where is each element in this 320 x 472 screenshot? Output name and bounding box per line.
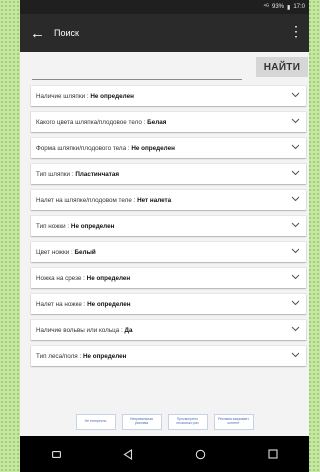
recent-apps-icon[interactable]: [41, 444, 71, 464]
filter-value: Белый: [74, 248, 96, 256]
filter-item[interactable]: Наличие шляпки : Не определен: [31, 86, 306, 106]
filter-label: Тип ножки :: [36, 222, 71, 230]
filter-item[interactable]: Налет на ножке : Не определен: [31, 294, 306, 314]
clock: 17:0: [293, 4, 305, 10]
chevron-down-icon[interactable]: [291, 117, 300, 124]
filter-item[interactable]: Ножка на срезе : Не определен: [31, 268, 306, 288]
filter-item[interactable]: Налет на шляпке/плодовом теле : Нет нале…: [31, 190, 306, 210]
filter-value: Нет налета: [137, 196, 172, 204]
filter-label: Налет на ножке :: [36, 300, 88, 308]
find-button[interactable]: НАЙТИ: [256, 57, 308, 77]
filter-value: Не определен: [86, 274, 131, 282]
filter-label: Налет на шляпке/плодовом теле :: [36, 196, 138, 204]
page-title: Поиск: [54, 28, 79, 38]
chevron-down-icon[interactable]: [291, 91, 300, 98]
app-bar: ← Поиск ⋮: [20, 14, 309, 52]
filter-label: Форма шляпки/плодового тела :: [36, 144, 132, 152]
filter-value: Не определен: [70, 222, 115, 230]
signal-icon: ⁴ᴳ: [263, 4, 269, 10]
filter-value: Не определен: [131, 144, 175, 152]
chevron-down-icon[interactable]: [291, 195, 300, 202]
filter-item[interactable]: Тип леса/поля : Не определен: [31, 346, 306, 366]
chevron-down-icon[interactable]: [291, 169, 300, 176]
ad-feedback-button[interactable]: Неправильная реклама: [121, 414, 162, 430]
filter-value: Белая: [147, 118, 167, 126]
search-row: НАЙТИ: [20, 52, 309, 82]
more-vert-icon[interactable]: ⋮: [289, 24, 303, 38]
chevron-down-icon[interactable]: [291, 221, 300, 228]
filter-label: Какого цвета шляпка/плодовое тело :: [36, 118, 148, 126]
ad-feedback-button[interactable]: Не интересно: [75, 414, 116, 430]
filter-label: Цвет ножки :: [36, 248, 75, 256]
filter-value: Пластинчатая: [75, 170, 120, 178]
system-nav-bar: [20, 436, 309, 472]
overview-icon[interactable]: [258, 444, 288, 464]
filter-list: Наличие шляпки : Не определен Какого цвет…: [31, 86, 306, 372]
chevron-down-icon[interactable]: [291, 247, 300, 254]
filter-value: Да: [124, 326, 133, 334]
battery-level: 93%: [271, 4, 284, 10]
chevron-down-icon[interactable]: [291, 351, 300, 358]
search-input[interactable]: [32, 59, 242, 80]
battery-icon: ▮: [287, 4, 291, 11]
main-content: НАЙТИ Наличие шляпки : Не определен Каког…: [20, 52, 309, 436]
home-icon[interactable]: [186, 444, 216, 464]
filter-value: Не определен: [87, 300, 131, 308]
filter-item[interactable]: Тип ножки : Не определен: [31, 216, 306, 236]
tablet-screen: ⁴ᴳ 93% ▮ 17:0 ← Поиск ⋮ НАЙТИ Наличие шл…: [20, 0, 309, 472]
filter-item[interactable]: Тип шляпки : Пластинчатая: [31, 164, 306, 184]
chevron-down-icon[interactable]: [291, 325, 300, 332]
back-icon[interactable]: [113, 444, 143, 464]
chevron-down-icon[interactable]: [291, 299, 300, 306]
filter-label: Наличие вольвы или кольца :: [36, 326, 125, 334]
filter-label: Тип леса/поля :: [36, 352, 83, 360]
filter-label: Наличие шляпки :: [36, 92, 91, 100]
filter-label: Ножка на срезе :: [36, 274, 87, 282]
filter-label: Тип шляпки :: [36, 170, 76, 178]
filter-item[interactable]: Цвет ножки : Белый: [31, 242, 306, 262]
ad-feedback-button[interactable]: Просмотрено несколько раз: [167, 414, 208, 430]
chevron-down-icon[interactable]: [291, 143, 300, 150]
filter-value: Не определен: [90, 92, 134, 100]
status-bar: ⁴ᴳ 93% ▮ 17:0: [20, 0, 309, 14]
filter-value: Не определен: [82, 352, 127, 360]
ad-feedback-bar: Не интересно Неправильная реклама Просмотр…: [20, 408, 309, 436]
chevron-down-icon[interactable]: [291, 273, 300, 280]
filter-item[interactable]: Какого цвета шляпка/плодовое тело : Бела…: [31, 112, 306, 132]
arrow-back-icon[interactable]: ←: [30, 26, 50, 41]
filter-item[interactable]: Наличие вольвы или кольца : Да: [31, 320, 306, 340]
ad-feedback-button[interactable]: Реклама закрывает контент: [213, 414, 254, 430]
filter-item[interactable]: Форма шляпки/плодового тела : Не определ…: [31, 138, 306, 158]
